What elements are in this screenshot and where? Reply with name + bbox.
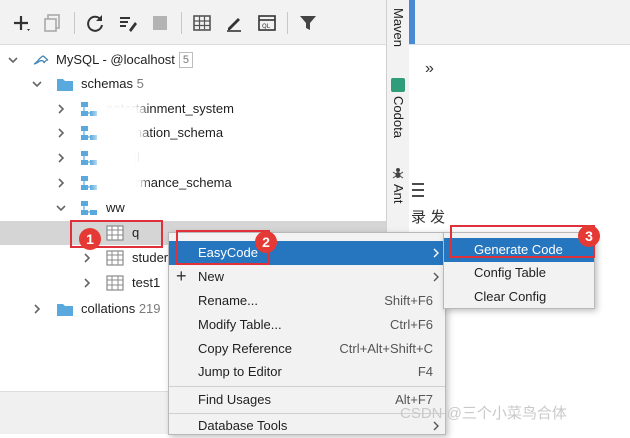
menu-item-label: Rename...: [198, 293, 258, 308]
filter-icon[interactable]: [297, 12, 319, 34]
codota-icon: [391, 78, 405, 92]
menu-icon[interactable]: [411, 180, 425, 200]
annotation-number-1: 1: [79, 228, 101, 250]
stop-icon[interactable]: [149, 12, 171, 34]
menu-item-label: New: [198, 269, 225, 284]
toolbar-separator: [74, 12, 75, 34]
submenu-item-config-table[interactable]: Config Table: [444, 261, 594, 285]
more-tabs-button[interactable]: »: [425, 60, 434, 78]
schemas-count: 5: [136, 76, 144, 91]
submenu-item-label: Clear Config: [474, 289, 547, 304]
menu-item-shortcut: Shift+F6: [384, 293, 433, 308]
annotation-number-2: 2: [255, 231, 277, 253]
schema-icon: [80, 200, 98, 216]
tab-codota[interactable]: Codota: [387, 96, 409, 138]
svg-text:QL: QL: [262, 23, 271, 30]
chevron-right-icon: [431, 241, 441, 265]
menu-item-label: Modify Table...: [198, 317, 282, 332]
tab-maven[interactable]: Maven: [387, 8, 409, 47]
annotation-number-3: 3: [578, 225, 600, 247]
tree-node-schema[interactable]: information_schema: [0, 121, 386, 145]
tree-node-schema[interactable]: performance_schema: [0, 171, 386, 195]
ant-icon: [391, 166, 405, 180]
chevron-down-icon[interactable]: [30, 72, 44, 96]
active-tab-indicator: [409, 0, 415, 44]
menu-item-label: Database Tools: [198, 418, 288, 433]
connection-badge: 5: [178, 52, 194, 68]
ww-label: ww: [106, 200, 125, 215]
schemas-label: schemas: [81, 76, 134, 91]
menu-item-rename[interactable]: Rename... Shift+F6: [169, 289, 445, 313]
tree-node-schemas[interactable]: schemas 5: [0, 72, 386, 96]
tab-ant[interactable]: Ant: [387, 184, 409, 204]
table-icon: [106, 275, 124, 291]
toolbar-separator: [181, 12, 182, 34]
editor-text: 录 发: [411, 209, 446, 226]
edit-icon[interactable]: [223, 12, 245, 34]
menu-item-modify-table[interactable]: Modify Table... Ctrl+F6: [169, 313, 445, 337]
duplicate-icon[interactable]: [42, 12, 64, 34]
database-toolbar: QL: [0, 0, 386, 45]
chevron-right-icon[interactable]: [54, 121, 68, 145]
collations-count: 219: [138, 301, 161, 316]
table-icon: [106, 250, 124, 266]
editor-tabbar: [409, 0, 630, 45]
chevron-right-icon[interactable]: [54, 171, 68, 195]
chevron-down-icon[interactable]: [6, 48, 20, 72]
table-label: test1: [132, 275, 161, 290]
chevron-right-icon[interactable]: [30, 297, 44, 321]
schema-config-icon[interactable]: [117, 12, 139, 34]
menu-item-jump-to-editor[interactable]: Jump to Editor F4: [169, 360, 445, 384]
add-icon[interactable]: [10, 12, 32, 34]
toolbar-separator: [287, 12, 288, 34]
refresh-icon[interactable]: [84, 12, 106, 34]
tree-node-ww[interactable]: ww: [0, 196, 386, 220]
console-icon[interactable]: QL: [256, 12, 278, 34]
menu-item-label: Copy Reference: [198, 341, 292, 356]
chevron-right-icon[interactable]: [54, 97, 68, 121]
mysql-dolphin-icon: [32, 52, 50, 68]
tree-node-schema[interactable]: entertainment_system: [0, 97, 386, 121]
table-label: studer: [132, 250, 169, 265]
collations-label: collations: [81, 301, 136, 316]
chevron-down-icon[interactable]: [54, 196, 68, 220]
menu-item-label: Find Usages: [198, 392, 271, 407]
menu-item-copy-reference[interactable]: Copy Reference Ctrl+Alt+Shift+C: [169, 337, 445, 361]
menu-separator: [169, 386, 445, 387]
menu-item-shortcut: F4: [417, 364, 433, 379]
menu-item-shortcut: Ctrl+F6: [390, 317, 433, 332]
submenu-item-label: Config Table: [474, 265, 547, 280]
watermark: CSDN @三个小菜鸟合体: [400, 405, 567, 422]
plus-icon: +: [176, 266, 187, 286]
menu-item-new[interactable]: + New: [169, 265, 445, 289]
folder-icon: [56, 301, 74, 317]
table-icon[interactable]: [191, 12, 213, 34]
annotation-box-3: [450, 225, 595, 258]
chevron-right-icon[interactable]: [54, 146, 68, 170]
chevron-right-icon: [431, 265, 441, 289]
tree-node-schema[interactable]: mysql: [0, 146, 386, 170]
menu-item-shortcut: Ctrl+Alt+Shift+C: [339, 341, 433, 356]
connection-label: MySQL - @localhost: [56, 52, 175, 67]
tree-node-connection[interactable]: MySQL - @localhost 5: [0, 48, 386, 72]
menu-item-label: Jump to Editor: [198, 364, 282, 379]
chevron-right-icon[interactable]: [80, 271, 94, 295]
submenu-item-clear-config[interactable]: Clear Config: [444, 285, 594, 309]
folder-icon: [56, 76, 74, 92]
